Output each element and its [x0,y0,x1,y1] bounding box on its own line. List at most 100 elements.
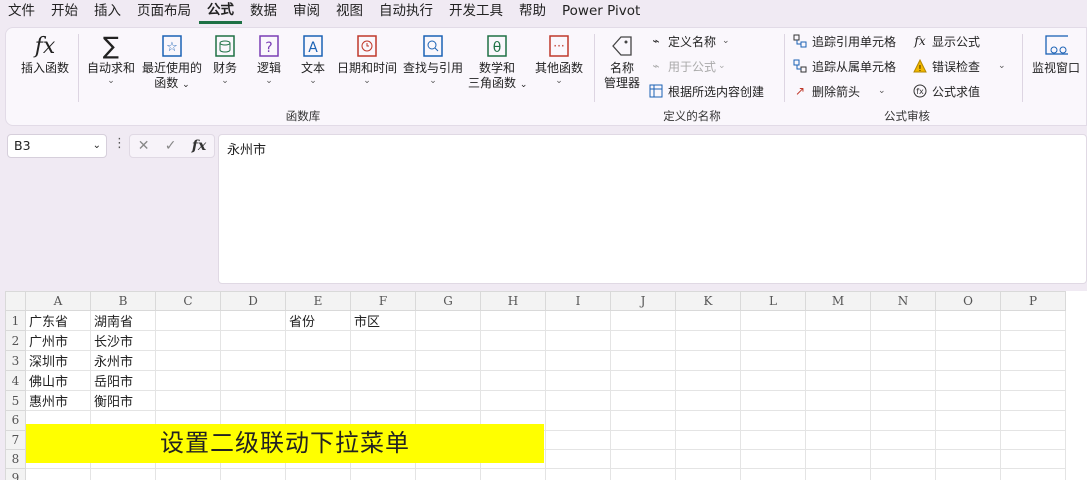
cell[interactable]: 佛山市 [25,370,91,392]
cell[interactable] [870,330,936,352]
column-header[interactable]: A [25,291,91,312]
menu-item[interactable]: 文件 [0,0,43,24]
cell[interactable] [675,310,741,332]
cell[interactable] [805,429,871,450]
cell[interactable] [805,310,871,332]
create-from-selection-button[interactable]: 根据所选内容创建 [648,81,764,101]
name-box[interactable]: B3 ⌄ [7,134,107,158]
cell[interactable] [935,429,1001,450]
cell[interactable] [740,410,806,431]
cell[interactable] [935,410,1001,431]
cell[interactable] [740,448,806,470]
cell[interactable] [545,448,611,470]
cell[interactable]: 长沙市 [90,330,156,352]
cell[interactable] [1000,310,1066,332]
menu-item[interactable]: 开发工具 [441,0,511,24]
cell[interactable]: 市区 [350,310,416,332]
cell[interactable] [740,429,806,450]
menu-item[interactable]: 页面布局 [129,0,199,24]
cell[interactable] [610,468,676,480]
menu-item[interactable]: 视图 [328,0,371,24]
confirm-icon[interactable]: ✓ [165,138,177,154]
column-header[interactable]: C [155,291,221,312]
cell[interactable] [1000,448,1066,470]
cell[interactable] [935,350,1001,372]
cell[interactable] [610,350,676,372]
logic-button[interactable]: ? 逻辑 ⌄ [250,34,288,86]
cell[interactable] [415,468,481,480]
column-header[interactable]: K [675,291,741,312]
column-header[interactable]: O [935,291,1001,312]
cell[interactable] [285,370,351,392]
cell[interactable] [155,468,221,480]
cell[interactable] [935,330,1001,352]
cell[interactable] [415,310,481,332]
cell[interactable] [545,390,611,412]
cell[interactable] [285,330,351,352]
cell[interactable] [675,350,741,372]
cell[interactable] [675,390,741,412]
cell[interactable] [1000,410,1066,431]
cell[interactable] [675,370,741,392]
cancel-icon[interactable]: ✕ [138,138,150,154]
cell[interactable] [740,310,806,332]
menu-item[interactable]: 自动执行 [371,0,441,24]
column-header[interactable]: L [740,291,806,312]
row-header[interactable]: 6 [5,410,26,431]
column-header[interactable]: B [90,291,156,312]
column-header[interactable]: D [220,291,286,312]
cell[interactable] [870,410,936,431]
chevron-down-icon[interactable]: ⌄ [93,135,101,157]
cell[interactable] [155,390,221,412]
cell[interactable] [740,330,806,352]
other-functions-button[interactable]: ··· 其他函数 ⌄ [530,34,588,86]
cell[interactable]: 广州市 [25,330,91,352]
cell[interactable] [480,310,546,332]
cell[interactable] [805,370,871,392]
formula-bar-grip-icon[interactable]: ⋮ [113,136,126,151]
menu-item[interactable]: 审阅 [285,0,328,24]
cell[interactable] [545,330,611,352]
cell[interactable] [350,330,416,352]
cell[interactable]: 岳阳市 [90,370,156,392]
cell[interactable] [155,330,221,352]
cell[interactable]: 永州市 [90,350,156,372]
trace-dependents-button[interactable]: 追踪从属单元格 [792,56,896,76]
column-header[interactable]: G [415,291,481,312]
menu-item[interactable]: Power Pivot [554,0,648,24]
cell[interactable] [285,390,351,412]
cell[interactable] [740,390,806,412]
cell[interactable] [805,390,871,412]
cell[interactable] [545,350,611,372]
row-header[interactable]: 2 [5,330,26,352]
cell[interactable] [25,468,91,480]
cell[interactable] [220,310,286,332]
cell[interactable] [480,350,546,372]
cell[interactable] [870,448,936,470]
column-header[interactable]: E [285,291,351,312]
column-header[interactable]: P [1000,291,1066,312]
cell[interactable] [285,468,351,480]
row-header[interactable]: 9 [5,468,26,480]
column-header[interactable]: J [610,291,676,312]
cell[interactable] [675,468,741,480]
cell[interactable] [480,390,546,412]
cell[interactable] [935,390,1001,412]
column-header[interactable]: M [805,291,871,312]
cell[interactable] [870,350,936,372]
select-all-corner[interactable] [5,291,26,312]
row-header[interactable]: 7 [5,429,26,450]
column-header[interactable]: N [870,291,936,312]
cell[interactable] [545,410,611,431]
cell[interactable] [675,448,741,470]
cell[interactable]: 衡阳市 [90,390,156,412]
spreadsheet-grid[interactable]: A B C D E F G H I J K L M N O P 1 广东省 湖南省 省份 市区 2 广州市 长沙市 3 深圳市 永州… [5,291,1087,480]
cell[interactable] [90,468,156,480]
cell[interactable] [545,468,611,480]
cell[interactable] [610,448,676,470]
cell[interactable] [675,330,741,352]
cell[interactable] [350,350,416,372]
remove-arrows-button[interactable]: ↗ 删除箭头 ⌄ [792,81,886,101]
column-header[interactable]: H [480,291,546,312]
cell[interactable] [285,350,351,372]
